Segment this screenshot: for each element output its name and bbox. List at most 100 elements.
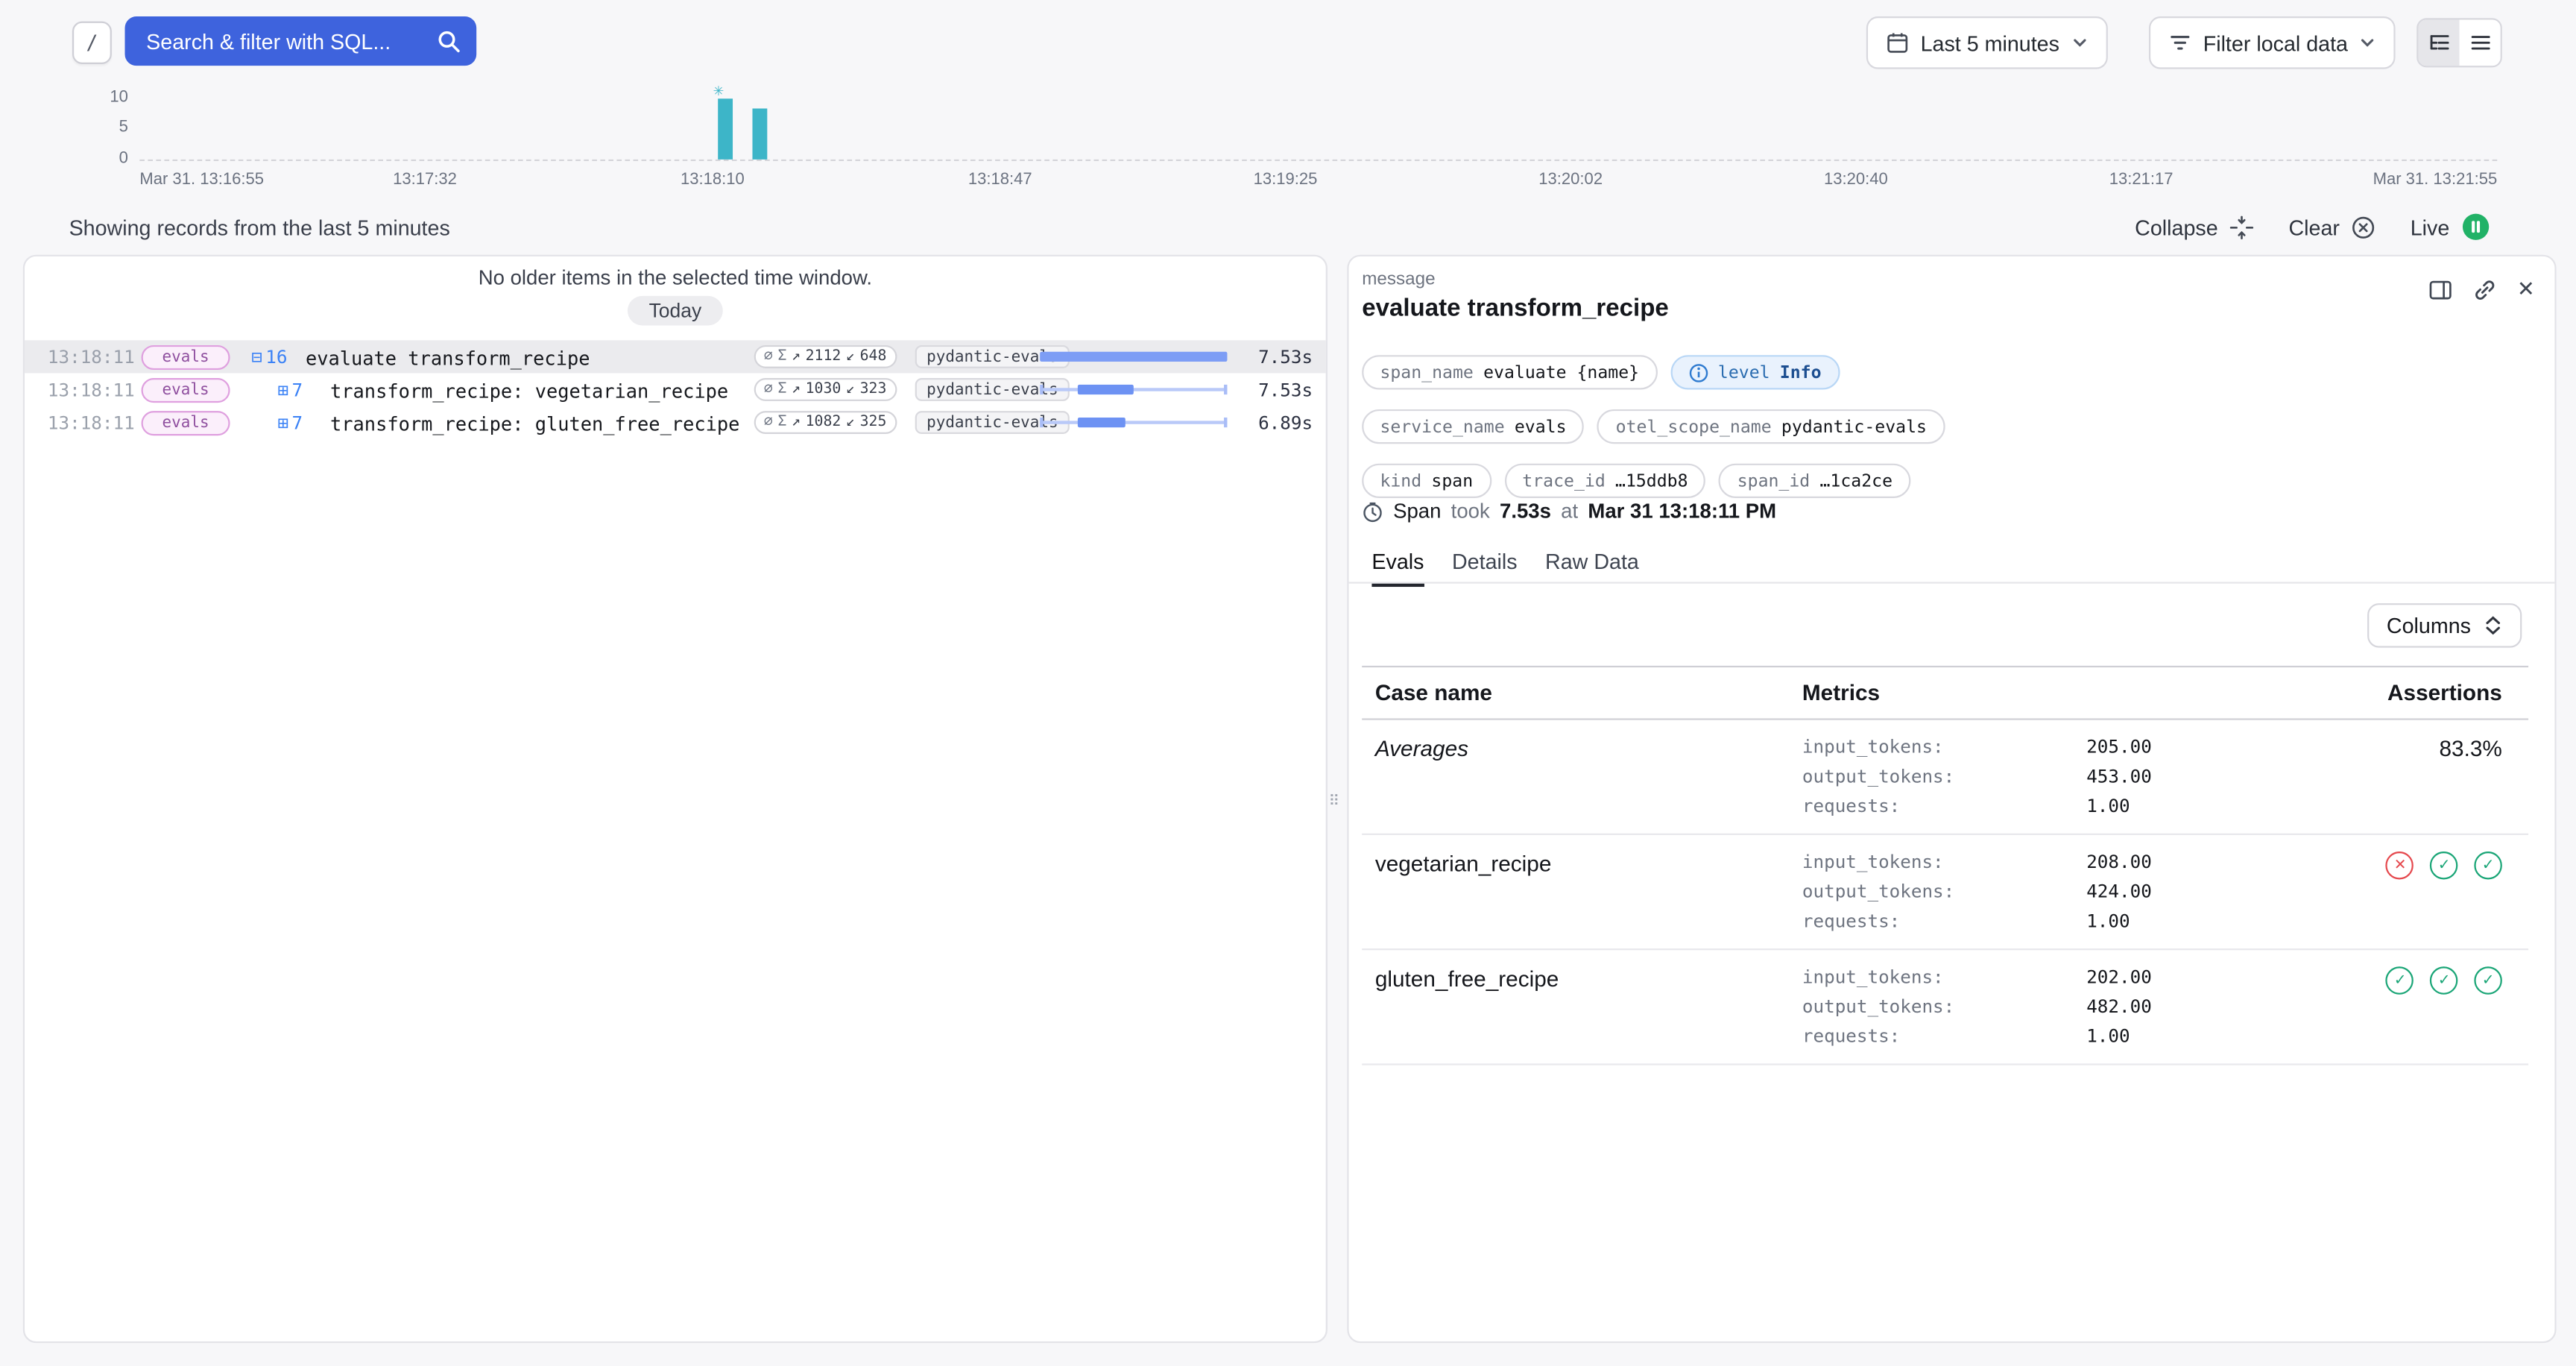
assertion-fail-icon[interactable]: ✕ [2386,852,2414,879]
live-pause-icon [2461,212,2491,242]
x-axis-tick: Mar 31. 13:16:55 [139,171,264,189]
tokens-in-icon: ↗ [792,348,801,365]
span-name: transform_recipe: gluten_free_recipe [330,412,739,435]
tree-view-icon [2428,31,2451,54]
assertions-icons: ✓ ✓ ✓ [2318,965,2502,1048]
histogram-bar[interactable] [718,98,733,160]
clear-button[interactable]: Clear [2288,215,2375,239]
records-histogram[interactable]: ✳ [139,98,2497,161]
close-icon[interactable]: ✕ [2517,276,2535,302]
tokens-out-icon: ↙ [846,348,855,365]
trace-row[interactable]: 13:18:11 evals ⊟ 16 evaluate transform_r… [25,340,1326,373]
tree-view-toggle[interactable] [2418,19,2459,66]
span-name: evaluate transform_recipe [306,347,590,370]
sum-icon: Σ [777,381,786,397]
filter-label: Filter local data [2203,31,2348,55]
assertions-icons: ✕ ✓ ✓ [2318,850,2502,934]
filter-icon [2168,31,2191,54]
attribute-pill[interactable]: service_name evals [1362,409,1585,444]
attribute-pill[interactable]: span_id …1ca2ce [1719,464,1910,498]
tab-details[interactable]: Details [1452,549,1518,587]
selected-bar-marker-icon: ✳ [713,84,724,98]
level-pill[interactable]: level Info [1670,355,1840,389]
time-range-label: Last 5 minutes [1921,31,2059,55]
collapse-button[interactable]: Collapse [2135,215,2254,239]
record-type-label: message [1362,270,1435,289]
copy-link-icon[interactable] [2472,277,2497,301]
filter-local-data-dropdown[interactable]: Filter local data [2149,16,2396,69]
x-axis-tick: 13:20:02 [1538,171,1603,189]
service-badge: evals [142,345,230,370]
tokens-in-icon: ↗ [792,415,801,431]
sql-search-button[interactable]: Search & filter with SQL... [125,16,477,66]
sort-chevrons-icon [2484,615,2502,637]
row-timestamp: 13:18:11 [48,380,135,401]
list-view-icon [2469,31,2492,54]
tokens-out-icon: ↙ [846,381,855,397]
span-detail-panel: message evaluate transform_recipe ✕ span… [1347,255,2556,1343]
duration-bar [1040,385,1227,394]
collapse-node-icon: ⊟ [251,347,262,365]
live-toggle-button[interactable]: Live [2411,212,2491,242]
table-row[interactable]: vegetarian_recipe input_tokens:208.00 ou… [1362,835,2528,950]
duration-bar [1040,418,1227,427]
span-duration-summary: Span took 7.53s at Mar 31 13:18:11 PM [1362,500,1776,523]
chevron-down-icon [2359,34,2375,51]
x-axis-tick: 13:18:47 [968,171,1032,189]
panel-resize-handle[interactable]: ⠿ [1326,786,1342,816]
attribute-pill[interactable]: span_name evaluate {name} [1362,355,1657,389]
header-case-name: Case name [1375,681,1802,705]
attribute-pill[interactable]: kind span [1362,464,1491,498]
attribute-pill[interactable]: otel_scope_name pydantic-evals [1597,409,1945,444]
info-icon [1688,362,1708,382]
histogram-bar[interactable] [752,109,767,160]
collapse-children-toggle[interactable]: ⊟ 16 [251,346,287,368]
attribute-pill[interactable]: trace_id …15ddb8 [1504,464,1706,498]
expand-node-icon: ⊞ [277,380,288,398]
service-badge: evals [142,411,230,435]
token-usage-pill: ⌀ Σ ↗1082 ↙325 [754,411,897,434]
x-axis-tick: 13:17:32 [393,171,457,189]
x-axis-tick: Mar 31. 13:21:55 [2373,171,2498,189]
open-in-panel-icon[interactable] [2428,277,2453,301]
trace-row[interactable]: 13:18:11 evals ⊞ 7 transform_recipe: glu… [25,406,1326,439]
row-timestamp: 13:18:11 [48,412,135,434]
collapse-children-toggle[interactable]: ⊞ 7 [277,412,303,433]
x-axis-tick: 13:18:10 [681,171,745,189]
assertion-pass-icon[interactable]: ✓ [2386,966,2414,994]
tokens-in-icon: ↗ [792,381,801,397]
assertion-pass-icon[interactable]: ✓ [2474,966,2501,994]
empty-window-message: No older items in the selected time wind… [25,266,1326,289]
x-axis-tick: 13:21:17 [2109,171,2174,189]
token-usage-pill: ⌀ Σ ↗2112 ↙648 [754,345,897,368]
assertion-pass-icon[interactable]: ✓ [2430,852,2457,879]
case-name: gluten_free_recipe [1375,965,1802,1048]
duration-text: 7.53s [1258,347,1313,368]
trace-list-panel: No older items in the selected time wind… [23,255,1328,1343]
collapse-children-toggle[interactable]: ⊞ 7 [277,379,303,400]
token-usage-pill: ⌀ Σ ↗1030 ↙323 [754,378,897,401]
list-view-toggle[interactable] [2460,19,2501,66]
assertion-pass-icon[interactable]: ✓ [2474,852,2501,879]
time-range-dropdown[interactable]: Last 5 minutes [1866,16,2107,69]
service-badge: evals [142,378,230,403]
columns-button[interactable]: Columns [2367,603,2522,648]
expand-node-icon: ⊞ [277,413,288,431]
clear-circle-x-icon [2351,215,2375,239]
search-shortcut-key[interactable]: / [72,22,112,64]
child-span-count: 7 [292,379,303,400]
sum-icon: Σ [777,415,786,431]
assertion-pass-icon[interactable]: ✓ [2430,966,2457,994]
y-axis-tick: 10 [92,89,127,107]
child-span-count: 7 [292,412,303,433]
table-row[interactable]: Averages input_tokens:205.00 output_toke… [1362,720,2528,835]
table-row[interactable]: gluten_free_recipe input_tokens:202.00 o… [1362,950,2528,1065]
tab-evals[interactable]: Evals [1371,549,1424,587]
trace-row[interactable]: 13:18:11 evals ⊞ 7 transform_recipe: veg… [25,373,1326,406]
model-icon: ⌀ [764,415,773,431]
logfire-app: / Search & filter with SQL... Last 5 min… [0,0,2576,1366]
tab-raw-data[interactable]: Raw Data [1545,549,1639,587]
live-label: Live [2411,215,2450,239]
search-icon [437,30,460,53]
collapse-icon [2229,215,2254,239]
